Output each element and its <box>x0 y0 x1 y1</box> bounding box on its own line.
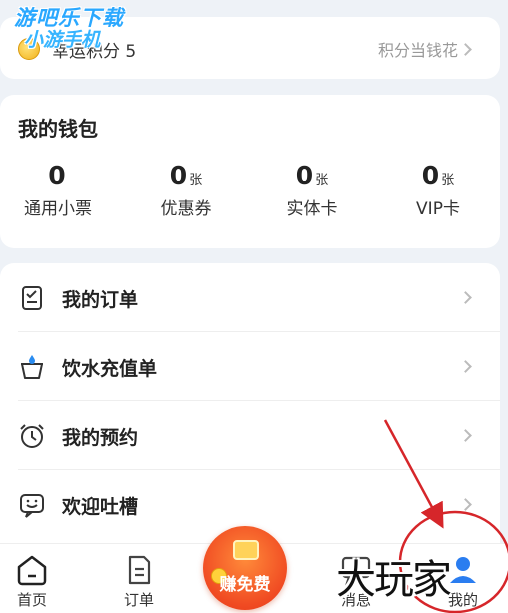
tab-home[interactable]: 首页 <box>0 544 72 613</box>
menu-item-label: 饮水充值单 <box>62 358 158 380</box>
water-cup-icon <box>21 355 43 379</box>
gift-icon <box>233 540 259 560</box>
home-icon <box>17 555 47 586</box>
menu-item-label: 我的预约 <box>62 427 139 449</box>
watermark: 游吧乐下载 小游手机 <box>14 8 124 50</box>
wallet-value: 0 <box>48 161 66 190</box>
profile-icon <box>450 557 476 583</box>
wallet-value: 0 <box>421 161 440 190</box>
wallet-item-tickets[interactable]: 0 通用小票 <box>0 161 118 219</box>
wallet-item-physical-card[interactable]: 0张 实体卡 <box>252 161 372 219</box>
earn-free-label: 赚免费 <box>219 575 271 595</box>
wallet-card: 我的钱包 0 通用小票 0张 优惠券 0张 实体卡 0张 VIP卡 <box>0 95 500 248</box>
wallet-item-coupons[interactable]: 0张 优惠券 <box>126 161 246 219</box>
wallet-label: 通用小票 <box>24 199 92 219</box>
alarm-clock-icon <box>20 424 44 448</box>
menu-item-water-recharge[interactable]: 饮水充值单 <box>0 332 500 401</box>
feedback-icon <box>20 494 44 518</box>
overlay-watermark-text: 大玩家 <box>336 557 452 603</box>
order-icon <box>22 286 42 310</box>
chevron-right-icon <box>459 291 472 304</box>
order-doc-icon <box>128 555 151 585</box>
wallet-title: 我的钱包 <box>18 117 98 141</box>
wallet-label: VIP卡 <box>416 199 460 219</box>
menu-item-label: 欢迎吐槽 <box>62 496 139 518</box>
earn-free-button[interactable]: 赚免费 <box>203 526 287 610</box>
wallet-value: 0 <box>295 161 314 190</box>
menu-item-orders[interactable]: 我的订单 <box>0 263 500 332</box>
watermark-line1: 游吧乐下载 <box>14 6 124 30</box>
wallet-unit: 张 <box>441 173 455 188</box>
points-link[interactable]: 积分当钱花 <box>378 37 458 61</box>
wallet-unit: 张 <box>189 173 203 188</box>
points-value: 5 <box>125 42 137 62</box>
chevron-right-icon <box>459 429 472 442</box>
tab-orders[interactable]: 订单 <box>99 544 179 613</box>
watermark-line2: 小游手机 <box>24 29 101 51</box>
tab-label: 首页 <box>16 591 47 609</box>
wallet-label: 优惠券 <box>160 199 212 219</box>
wallet-item-vip-card[interactable]: 0张 VIP卡 <box>378 161 498 219</box>
menu-item-reservations[interactable]: 我的预约 <box>0 401 500 470</box>
wallet-label: 实体卡 <box>286 199 338 219</box>
wallet-unit: 张 <box>315 173 329 188</box>
chevron-right-icon <box>459 43 472 56</box>
menu-card: 我的订单 饮水充值单 我的预约 欢迎吐槽 <box>0 263 500 543</box>
tab-label: 订单 <box>123 591 154 609</box>
chevron-right-icon <box>459 360 472 373</box>
wallet-value: 0 <box>169 161 188 190</box>
chevron-right-icon <box>459 498 472 511</box>
menu-item-label: 我的订单 <box>62 289 139 311</box>
